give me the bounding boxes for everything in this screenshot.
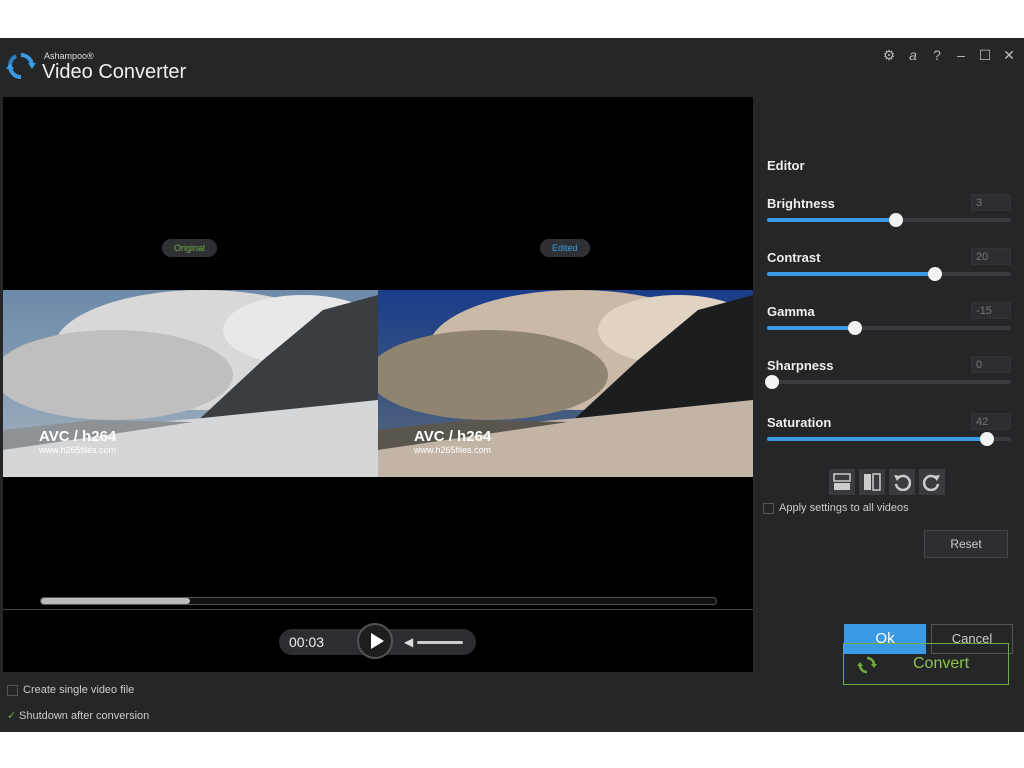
gear-icon[interactable]: ⚙ [882, 48, 896, 62]
shutdown-option[interactable]: ✓ Shutdown after conversion [7, 709, 149, 722]
time-display: 00:03 [289, 634, 325, 650]
original-frame: AVC / h264 www.h265files.com [3, 290, 378, 477]
slider-fill [767, 218, 897, 222]
player-controls: 00:03 ◀ [279, 623, 476, 659]
apply-all-option[interactable]: Apply settings to all videos [763, 502, 909, 514]
slider-value-field[interactable]: 0 [971, 356, 1011, 373]
reset-button[interactable]: Reset [924, 530, 1008, 558]
minimize-icon[interactable]: ‒ [954, 48, 968, 62]
watermark-url: www.h265files.com [39, 445, 117, 455]
slider-knob[interactable] [847, 321, 862, 335]
seek-bar[interactable] [40, 597, 717, 605]
edited-frame: AVC / h264 www.h265files.com [378, 290, 753, 477]
maximize-icon[interactable]: ☐ [978, 48, 992, 62]
watermark: AVC / h264 www.h265files.com [414, 428, 491, 455]
slider-label: Gamma [767, 304, 815, 319]
title-bar: Ashampoo® Video Converter ⚙ a ? ‒ ☐ ✕ [0, 38, 1024, 96]
slider-value-field[interactable]: 3 [971, 194, 1011, 211]
apply-all-checkbox[interactable] [763, 502, 774, 514]
editor-panel: Editor Brightness 3 Contrast 20 Gamma -15 Shar… [753, 97, 1024, 672]
convert-label: Convert [913, 655, 970, 672]
slider-value-field[interactable]: 20 [971, 248, 1011, 265]
window-controls: ⚙ a ? ‒ ☐ ✕ [882, 46, 1016, 64]
rotate-right-icon[interactable] [919, 469, 945, 495]
slider-fill [767, 437, 987, 441]
slider-knob[interactable] [764, 375, 779, 389]
edited-label: Edited [540, 239, 590, 257]
slider-value-field[interactable]: -15 [971, 302, 1011, 319]
shutdown-label: Shutdown after conversion [19, 710, 150, 722]
slider-track[interactable] [767, 267, 1011, 281]
slider-knob[interactable] [979, 432, 994, 446]
watermark-title: AVC / h264 [414, 428, 492, 445]
split-horizontal-icon[interactable] [829, 469, 855, 495]
slider-label: Brightness [767, 196, 835, 211]
divider [3, 609, 753, 610]
convert-button[interactable]: Convert [843, 643, 1009, 685]
ashampoo-a-icon[interactable]: a [906, 48, 920, 62]
original-label: Original [162, 239, 218, 257]
slider-sharpness: Sharpness 0 [764, 356, 1011, 398]
slider-knob[interactable] [889, 213, 904, 227]
brand-name: Ashampoo® [44, 51, 94, 61]
slider-value-field[interactable]: 42 [971, 413, 1011, 430]
slider-track[interactable] [764, 375, 1011, 389]
app-window: Ashampoo® Video Converter ⚙ a ? ‒ ☐ ✕ Or… [0, 38, 1024, 732]
editor-title: Editor [767, 158, 805, 173]
volume-icon[interactable]: ◀ [404, 635, 413, 649]
watermark-url: www.h265files.com [414, 445, 492, 455]
slider-label: Saturation [767, 415, 832, 430]
slider-saturation: Saturation 42 [767, 413, 1011, 455]
single-file-label: Create single video file [23, 684, 135, 696]
split-vertical-icon[interactable] [859, 469, 885, 495]
rotate-left-icon[interactable] [889, 469, 915, 495]
slider-gamma: Gamma -15 [767, 302, 1011, 344]
slider-label: Contrast [767, 250, 821, 265]
play-button[interactable] [357, 623, 393, 659]
video-preview: Original Edited AVC / h264 www.h265files… [3, 97, 753, 672]
slider-knob[interactable] [928, 267, 943, 281]
help-icon[interactable]: ? [930, 48, 944, 62]
slider-track[interactable] [767, 321, 1011, 335]
apply-all-label: Apply settings to all videos [779, 502, 909, 514]
app-logo-icon [6, 53, 36, 79]
slider-brightness: Brightness 3 [767, 194, 1011, 236]
refresh-icon [857, 656, 877, 674]
app-title: Video Converter [42, 61, 187, 83]
shutdown-checkbox[interactable]: ✓ [7, 709, 19, 722]
single-file-checkbox[interactable] [7, 684, 18, 696]
tool-row [829, 469, 945, 495]
close-icon[interactable]: ✕ [1002, 48, 1016, 62]
volume-slider[interactable] [417, 641, 463, 644]
seek-progress [41, 598, 190, 604]
slider-track[interactable] [767, 213, 1011, 227]
watermark-title: AVC / h264 [39, 428, 117, 445]
slider-label: Sharpness [767, 358, 834, 373]
slider-fill [767, 326, 855, 330]
slider-fill [767, 272, 936, 276]
watermark: AVC / h264 www.h265files.com [39, 428, 116, 455]
slider-track[interactable] [767, 432, 1011, 446]
slider-contrast: Contrast 20 [767, 248, 1011, 290]
single-file-option[interactable]: Create single video file [7, 684, 134, 696]
